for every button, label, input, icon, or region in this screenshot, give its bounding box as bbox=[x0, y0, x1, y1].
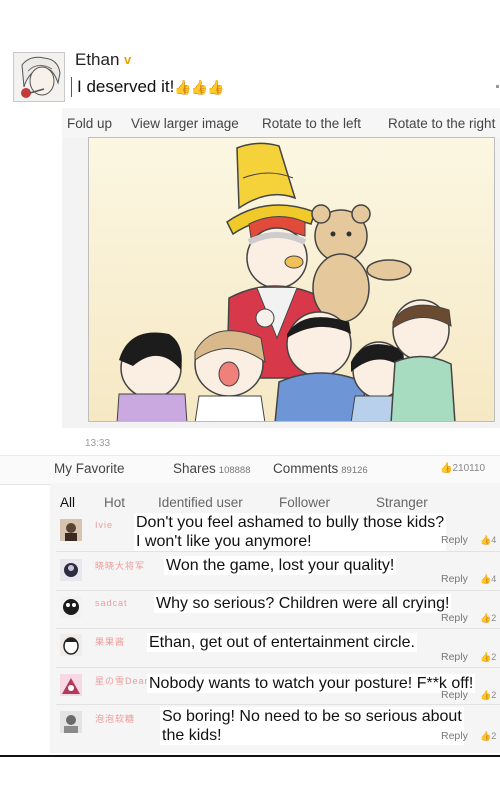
comment-like-count: 2 bbox=[491, 690, 497, 700]
comment-like-count: 4 bbox=[491, 535, 497, 545]
comment-like-button[interactable]: 👍2 bbox=[480, 613, 496, 624]
comment-divider bbox=[56, 590, 500, 591]
comment-like-button[interactable]: 👍4 bbox=[480, 535, 496, 546]
more-dot-icon[interactable] bbox=[496, 85, 499, 88]
reply-button[interactable]: Reply bbox=[441, 730, 468, 742]
comment-avatar[interactable] bbox=[60, 559, 82, 581]
reply-button[interactable]: Reply bbox=[441, 651, 468, 663]
thumbs-up-icon: 👍 bbox=[440, 463, 453, 474]
filter-tab-identified-user[interactable]: Identified user bbox=[158, 495, 243, 510]
comment-avatar[interactable] bbox=[60, 711, 82, 733]
comment-like-button[interactable]: 👍2 bbox=[480, 731, 496, 742]
comment-text: So boring! No need to be so serious abou… bbox=[160, 707, 464, 745]
shares-button[interactable]: Shares 108888 bbox=[173, 461, 250, 476]
thumbs-up-emoji: 👍👍👍 bbox=[174, 79, 224, 95]
post-text: I deserved it!👍👍👍 bbox=[71, 77, 225, 97]
comments-count: 89126 bbox=[341, 465, 368, 476]
my-favorite-button[interactable]: My Favorite bbox=[54, 461, 125, 476]
rotate-left-button[interactable]: Rotate to the left bbox=[262, 116, 361, 131]
comment-like-count: 2 bbox=[491, 652, 497, 662]
comment-text: Why so serious? Children were all crying… bbox=[154, 594, 452, 613]
comment-text: Ethan, get out of entertainment circle. bbox=[147, 633, 417, 652]
comment-like-button[interactable]: 👍2 bbox=[480, 652, 496, 663]
comment-like-button[interactable]: 👍4 bbox=[480, 574, 496, 585]
likes-count: 210110 bbox=[452, 463, 486, 474]
comment-text-line: the kids! bbox=[162, 727, 222, 744]
post-illustration[interactable] bbox=[88, 137, 495, 422]
comment-divider bbox=[56, 551, 500, 552]
comment-username[interactable]: 星の雪Dear bbox=[95, 674, 149, 687]
reply-button[interactable]: Reply bbox=[441, 612, 468, 624]
comment-avatar[interactable] bbox=[60, 674, 82, 696]
author-avatar[interactable] bbox=[13, 52, 65, 102]
reply-button[interactable]: Reply bbox=[441, 534, 468, 546]
author-name[interactable]: Ethan bbox=[75, 50, 119, 70]
comment-like-button[interactable]: 👍2 bbox=[480, 690, 496, 701]
comment-text: Don't you feel ashamed to bully those ki… bbox=[134, 513, 447, 551]
comments-label: Comments bbox=[273, 461, 339, 476]
comment-username[interactable]: 晓晓大将军 bbox=[95, 559, 145, 572]
view-larger-image-button[interactable]: View larger image bbox=[131, 116, 239, 131]
comment-divider bbox=[56, 628, 500, 629]
comments-button[interactable]: Comments 89126 bbox=[273, 461, 368, 476]
post-timestamp: 13:33 bbox=[85, 438, 111, 449]
comment-text: Won the game, lost your quality! bbox=[164, 556, 397, 575]
filter-tab-follower[interactable]: Follower bbox=[279, 495, 330, 510]
filter-tab-hot[interactable]: Hot bbox=[104, 495, 125, 510]
comment-divider bbox=[56, 704, 500, 705]
comment-avatar[interactable] bbox=[60, 634, 82, 656]
comment-like-count: 2 bbox=[491, 613, 497, 623]
like-button[interactable]: 👍210110 bbox=[440, 463, 485, 474]
shares-label: Shares bbox=[173, 461, 216, 476]
page-bottom-divider bbox=[0, 755, 500, 757]
comment-username[interactable]: 果果酱 bbox=[95, 635, 125, 648]
comment-text: Nobody wants to watch your posture! F**k… bbox=[147, 674, 476, 693]
comment-like-count: 4 bbox=[491, 574, 497, 584]
comment-username[interactable]: sadcat bbox=[95, 598, 128, 608]
verified-badge-icon: v bbox=[124, 52, 132, 67]
reply-button[interactable]: Reply bbox=[441, 573, 468, 585]
comment-like-count: 2 bbox=[491, 731, 497, 741]
filter-tab-stranger[interactable]: Stranger bbox=[376, 495, 428, 510]
weibo-post: Ethan v I deserved it!👍👍👍 Fold up View l… bbox=[0, 0, 500, 799]
comment-text-line: Don't you feel ashamed to bully those ki… bbox=[136, 514, 445, 531]
comment-text-line: I won't like you anymore! bbox=[136, 533, 312, 550]
post-text-content: I deserved it! bbox=[77, 77, 175, 96]
comment-username[interactable]: 泡泡软糖 bbox=[95, 712, 135, 725]
filter-tab-all[interactable]: All bbox=[60, 495, 75, 510]
rotate-right-button[interactable]: Rotate to the right bbox=[388, 116, 495, 131]
reply-button[interactable]: Reply bbox=[441, 689, 468, 701]
comment-avatar[interactable] bbox=[60, 519, 82, 541]
comment-divider bbox=[56, 667, 500, 668]
comment-text-line: So boring! No need to be so serious abou… bbox=[162, 708, 462, 725]
fold-up-button[interactable]: Fold up bbox=[67, 116, 112, 131]
comment-avatar[interactable] bbox=[60, 596, 82, 618]
comment-username[interactable]: Ivie bbox=[95, 520, 113, 530]
shares-count: 108888 bbox=[218, 465, 251, 476]
